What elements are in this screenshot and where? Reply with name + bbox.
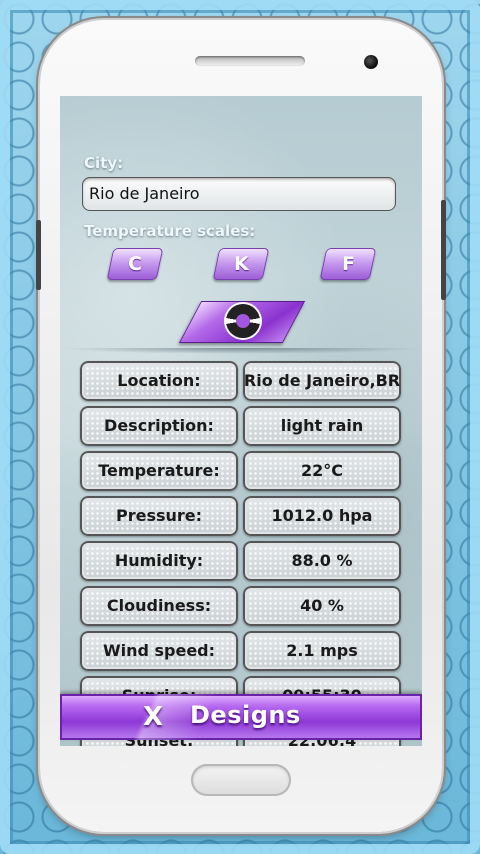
- row-label-location: Location:: [80, 361, 238, 401]
- scale-c-label: C: [128, 253, 142, 275]
- power-button: [441, 200, 446, 300]
- temperature-scales-label: Temperature scales:: [84, 222, 256, 240]
- app-screen: City: Rio de Janeiro Temperature scales:…: [60, 96, 422, 746]
- earpiece-speaker: [195, 56, 305, 66]
- row-label-pressure: Pressure:: [80, 496, 238, 536]
- row-value-description: light rain: [243, 406, 401, 446]
- row-label-humidity: Humidity:: [80, 541, 238, 581]
- home-button[interactable]: [191, 764, 291, 796]
- scale-k-label: K: [233, 253, 249, 275]
- row-label-wind-speed: Wind speed:: [80, 631, 238, 671]
- row-label-temperature: Temperature:: [80, 451, 238, 491]
- refresh-icon[interactable]: [226, 304, 260, 338]
- row-value-humidity: 88.0 %: [243, 541, 401, 581]
- row-label-cloudiness: Cloudiness:: [80, 586, 238, 626]
- row-label-description: Description:: [80, 406, 238, 446]
- row-value-location: Rio de Janeiro,BR: [243, 361, 401, 401]
- scale-k-button[interactable]: K: [212, 248, 270, 280]
- banner-text: Designs: [190, 701, 301, 729]
- row-value-pressure: 1012.0 hpa: [243, 496, 401, 536]
- front-camera-icon: [364, 55, 378, 69]
- scale-f-label: F: [341, 253, 355, 275]
- volume-button: [36, 220, 41, 290]
- city-label: City:: [84, 154, 124, 172]
- city-input[interactable]: Rio de Janeiro: [82, 177, 396, 211]
- row-value-cloudiness: 40 %: [243, 586, 401, 626]
- designs-banner[interactable]: X Designs: [60, 694, 422, 740]
- row-value-temperature: 22°C: [243, 451, 401, 491]
- row-value-wind-speed: 2.1 mps: [243, 631, 401, 671]
- divider: [60, 348, 422, 354]
- banner-logo-icon: X: [143, 702, 164, 732]
- phone-mockup: City: Rio de Janeiro Temperature scales:…: [36, 20, 446, 832]
- scale-f-button[interactable]: F: [319, 248, 377, 280]
- scale-c-button[interactable]: C: [106, 248, 164, 280]
